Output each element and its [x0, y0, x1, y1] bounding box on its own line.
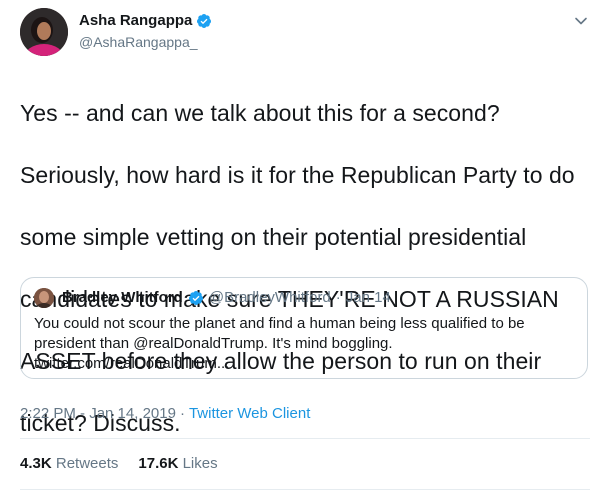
avatar-image — [20, 8, 68, 56]
quoted-tweet-date: Jan 14 — [345, 289, 391, 306]
tweet-meta: 2:22 PM - Jan 14, 2019 · Twitter Web Cli… — [20, 404, 310, 424]
tweet-source-link[interactable]: Twitter Web Client — [189, 404, 310, 424]
tweet-stats: 4.3K Retweets 17.6K Likes — [20, 454, 218, 474]
author-name-row: Asha Rangappa — [79, 11, 212, 31]
quoted-tweet[interactable]: Bradley Whitford @BradleyWhitford · Jan … — [20, 277, 588, 379]
separator-dot: · — [335, 289, 341, 306]
retweets-label: Retweets — [55, 455, 119, 472]
tweet-text-line: Yes -- and can we talk about this for a … — [20, 100, 500, 126]
quoted-tweet-text: You could not scour the planet and find … — [34, 314, 564, 374]
tweet-timestamp[interactable]: 2:22 PM - Jan 14, 2019 — [20, 404, 176, 424]
chevron-down-icon[interactable] — [572, 12, 590, 30]
likes-label: Likes — [182, 455, 218, 472]
quoted-tweet-header: Bradley Whitford @BradleyWhitford · Jan … — [34, 288, 391, 308]
verified-badge-icon — [196, 13, 212, 29]
likes-stat[interactable]: 17.6K Likes — [138, 454, 217, 474]
author-handle: @AshaRangappa_ — [79, 34, 198, 50]
tweet-card: Asha Rangappa @AshaRangappa_ Yes -- and … — [0, 0, 604, 497]
author-info[interactable]: Asha Rangappa @AshaRangappa_ — [79, 11, 212, 52]
quoted-text-line: twitter.com/realDonaldTrum... — [34, 355, 230, 372]
verified-badge-icon — [188, 290, 204, 306]
author-name: Asha Rangappa — [79, 12, 193, 29]
likes-count: 17.6K — [138, 455, 179, 472]
separator-dot: · — [179, 405, 185, 422]
retweets-stat[interactable]: 4.3K Retweets — [20, 454, 118, 474]
retweets-count: 4.3K — [20, 455, 52, 472]
tweet-text-line: Seriously, how hard is it for the Republ… — [20, 162, 575, 188]
tweet-text-line: some simple vetting on their potential p… — [20, 224, 527, 250]
quoted-author-handle: @BradleyWhitford — [208, 289, 331, 306]
quoted-text-line: You could not scour the planet and find … — [34, 315, 525, 332]
quoted-text-line: president than @realDonaldTrump. It's mi… — [34, 335, 393, 352]
quoted-author-name: Bradley Whitford — [62, 289, 183, 306]
author-avatar[interactable] — [20, 8, 68, 56]
divider — [20, 489, 590, 490]
quoted-author-avatar — [34, 288, 54, 308]
divider — [20, 438, 590, 439]
